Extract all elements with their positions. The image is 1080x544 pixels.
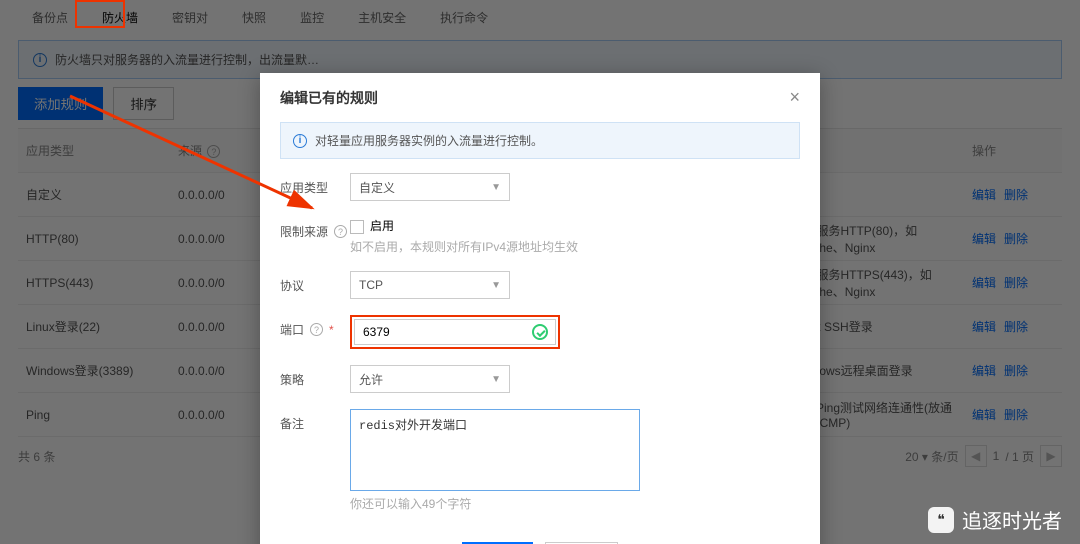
label-limit-source: 限制来源 ? bbox=[280, 217, 350, 240]
label-policy: 策略 bbox=[280, 365, 350, 388]
edit-rule-modal: 编辑已有的规则 × i 对轻量应用服务器实例的入流量进行控制。 应用类型 自定义… bbox=[260, 73, 820, 544]
policy-select[interactable]: 允许▼ bbox=[350, 365, 510, 393]
protocol-select[interactable]: TCP▼ bbox=[350, 271, 510, 299]
port-input[interactable] bbox=[354, 319, 556, 345]
help-icon[interactable]: ? bbox=[334, 225, 347, 238]
chevron-down-icon: ▼ bbox=[491, 280, 501, 291]
chevron-down-icon: ▼ bbox=[491, 182, 501, 193]
label-app-type: 应用类型 bbox=[280, 173, 350, 196]
annotation-tab-highlight bbox=[75, 0, 125, 28]
valid-check-icon bbox=[532, 324, 548, 340]
annotation-port-highlight bbox=[350, 315, 560, 349]
watermark-text: 追逐时光者 bbox=[962, 505, 1062, 534]
enable-checkbox[interactable]: 启用 bbox=[350, 217, 578, 234]
modal-title: 编辑已有的规则 bbox=[280, 88, 378, 108]
help-icon[interactable]: ? bbox=[310, 323, 323, 336]
watermark: ❝ 追逐时光者 bbox=[928, 505, 1062, 534]
chevron-down-icon: ▼ bbox=[491, 374, 501, 385]
app-type-select[interactable]: 自定义▼ bbox=[350, 173, 510, 201]
modal-info-banner: i 对轻量应用服务器实例的入流量进行控制。 bbox=[280, 122, 800, 159]
char-count-hint: 你还可以输入49个字符 bbox=[350, 495, 640, 512]
label-port: 端口 ?* bbox=[280, 315, 350, 338]
wechat-icon: ❝ bbox=[928, 507, 954, 533]
info-icon: i bbox=[293, 134, 307, 148]
label-note: 备注 bbox=[280, 409, 350, 432]
label-protocol: 协议 bbox=[280, 271, 350, 294]
enable-hint: 如不启用，本规则对所有IPv4源地址均生效 bbox=[350, 238, 578, 255]
note-textarea[interactable] bbox=[350, 409, 640, 491]
close-icon[interactable]: × bbox=[789, 87, 800, 108]
